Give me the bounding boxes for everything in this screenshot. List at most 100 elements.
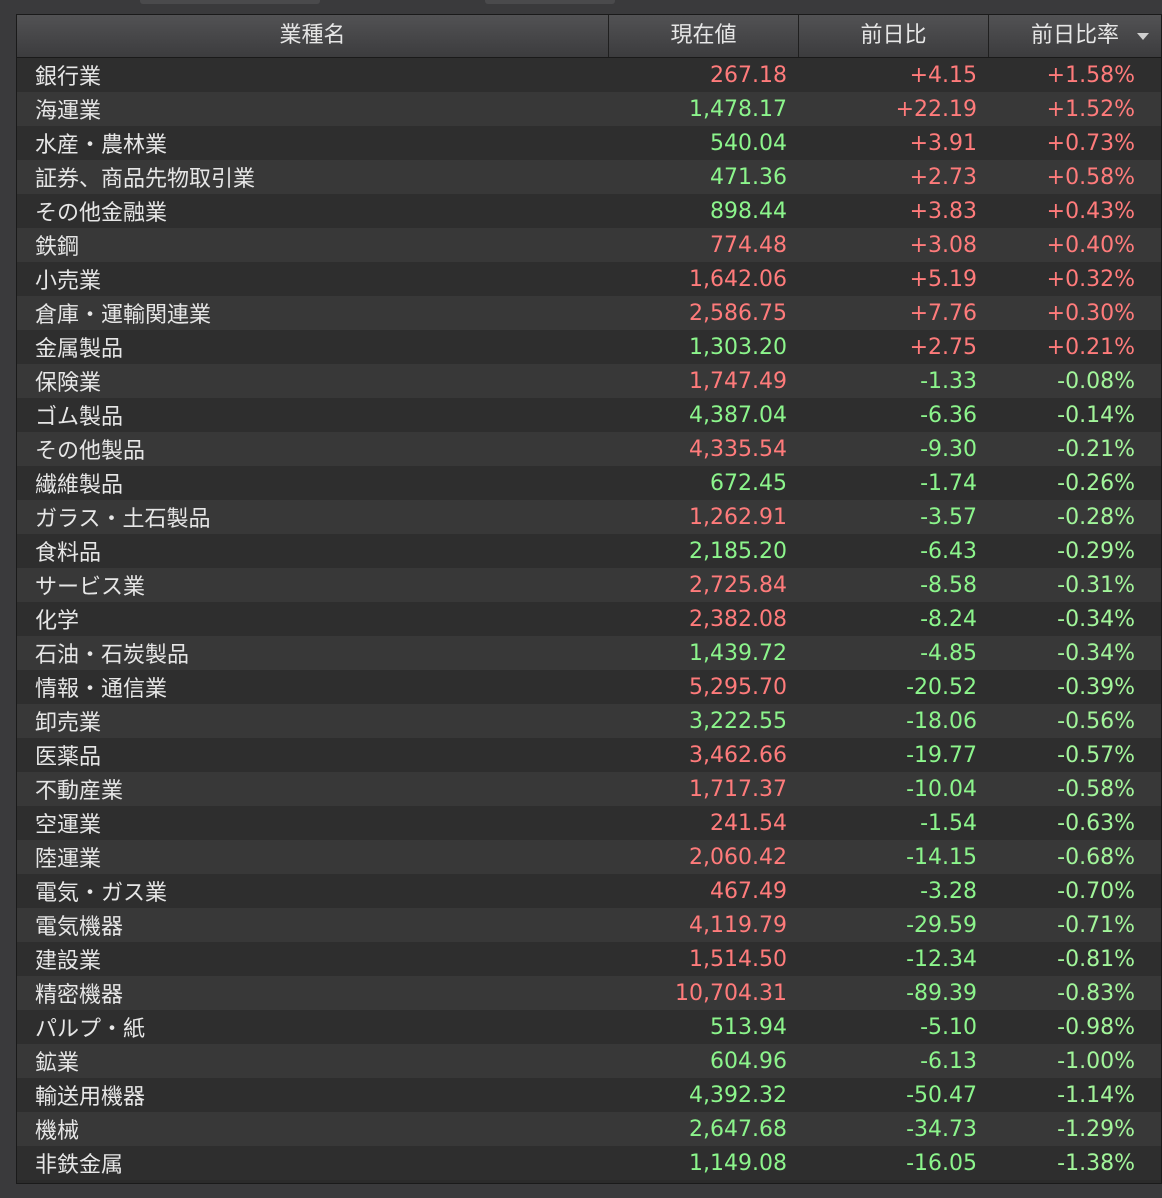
price-change: -4.85 bbox=[920, 640, 977, 666]
table-row[interactable]: 不動産業 1,717.37 -10.04 -0.58% bbox=[17, 772, 1161, 806]
price-change: +2.75 bbox=[909, 334, 977, 360]
price-change: -6.36 bbox=[920, 402, 977, 428]
current-price: 2,060.42 bbox=[689, 844, 787, 870]
current-price: 2,725.84 bbox=[689, 572, 787, 598]
column-header-change[interactable]: 前日比 bbox=[799, 15, 989, 57]
price-change: -34.73 bbox=[906, 1116, 977, 1142]
sector-name: 空運業 bbox=[35, 813, 102, 838]
table-row[interactable]: パルプ・紙 513.94 -5.10 -0.98% bbox=[17, 1010, 1161, 1044]
price-change: +7.76 bbox=[909, 300, 977, 326]
price-change: -12.34 bbox=[906, 946, 977, 972]
sector-name: 繊維製品 bbox=[35, 473, 124, 498]
table-row[interactable]: 電気・ガス業 467.49 -3.28 -0.70% bbox=[17, 874, 1161, 908]
table-row[interactable]: 石油・石炭製品 1,439.72 -4.85 -0.34% bbox=[17, 636, 1161, 670]
table-row[interactable]: その他製品 4,335.54 -9.30 -0.21% bbox=[17, 432, 1161, 466]
table-row[interactable]: 化学 2,382.08 -8.24 -0.34% bbox=[17, 602, 1161, 636]
column-header-change-pct[interactable]: 前日比率 bbox=[989, 15, 1161, 57]
current-price: 1,303.20 bbox=[689, 334, 787, 360]
table-row[interactable]: ゴム製品 4,387.04 -6.36 -0.14% bbox=[17, 398, 1161, 432]
price-change: -20.52 bbox=[906, 674, 977, 700]
table-row[interactable]: その他金融業 898.44 +3.83 +0.43% bbox=[17, 194, 1161, 228]
table-row[interactable]: 精密機器 10,704.31 -89.39 -0.83% bbox=[17, 976, 1161, 1010]
current-price: 4,335.54 bbox=[689, 436, 787, 462]
table-row[interactable]: 建設業 1,514.50 -12.34 -0.81% bbox=[17, 942, 1161, 976]
price-change: -6.13 bbox=[920, 1048, 977, 1074]
price-change-pct: -0.34% bbox=[1057, 640, 1135, 666]
table-row[interactable]: 機械 2,647.68 -34.73 -1.29% bbox=[17, 1112, 1161, 1146]
price-change: -1.54 bbox=[920, 810, 977, 836]
sector-name: 食料品 bbox=[35, 541, 102, 566]
price-change: -14.15 bbox=[906, 844, 977, 870]
current-price: 1,717.37 bbox=[689, 776, 787, 802]
price-change-pct: +0.32% bbox=[1046, 266, 1135, 292]
table-row[interactable]: 水産・農林業 540.04 +3.91 +0.73% bbox=[17, 126, 1161, 160]
sector-name: 倉庫・運輸関連業 bbox=[35, 303, 212, 328]
current-price: 267.18 bbox=[710, 62, 787, 88]
sector-table: 業種名 現在値 前日比 前日比率 銀行業 267.18 +4.15 +1.58% 海運業… bbox=[16, 14, 1162, 1184]
current-price: 1,439.72 bbox=[689, 640, 787, 666]
column-header-current-price[interactable]: 現在値 bbox=[609, 15, 799, 57]
sector-name: 非鉄金属 bbox=[35, 1153, 124, 1178]
table-row[interactable]: 金属製品 1,303.20 +2.75 +0.21% bbox=[17, 330, 1161, 364]
table-row[interactable]: 海運業 1,478.17 +22.19 +1.52% bbox=[17, 92, 1161, 126]
price-change: -16.05 bbox=[906, 1150, 977, 1176]
price-change-pct: -0.28% bbox=[1057, 504, 1135, 530]
sector-name: 建設業 bbox=[35, 949, 102, 974]
table-row[interactable]: 銀行業 267.18 +4.15 +1.58% bbox=[17, 58, 1161, 92]
sector-name: 金属製品 bbox=[35, 337, 124, 362]
table-row[interactable]: 陸運業 2,060.42 -14.15 -0.68% bbox=[17, 840, 1161, 874]
table-row[interactable]: 保険業 1,747.49 -1.33 -0.08% bbox=[17, 364, 1161, 398]
current-price: 5,295.70 bbox=[689, 674, 787, 700]
price-change: -19.77 bbox=[906, 742, 977, 768]
price-change: -9.30 bbox=[920, 436, 977, 462]
price-change: -50.47 bbox=[906, 1082, 977, 1108]
price-change: +22.19 bbox=[895, 96, 977, 122]
price-change-pct: +0.73% bbox=[1046, 130, 1135, 156]
current-price: 672.45 bbox=[710, 470, 787, 496]
table-row[interactable]: 倉庫・運輸関連業 2,586.75 +7.76 +0.30% bbox=[17, 296, 1161, 330]
price-change: -3.28 bbox=[920, 878, 977, 904]
table-row[interactable]: 証券、商品先物取引業 471.36 +2.73 +0.58% bbox=[17, 160, 1161, 194]
table-row[interactable]: 鉄鋼 774.48 +3.08 +0.40% bbox=[17, 228, 1161, 262]
price-change-pct: -0.26% bbox=[1057, 470, 1135, 496]
price-change-pct: -0.39% bbox=[1057, 674, 1135, 700]
current-price: 3,222.55 bbox=[689, 708, 787, 734]
table-row[interactable]: 輸送用機器 4,392.32 -50.47 -1.14% bbox=[17, 1078, 1161, 1112]
current-price: 2,185.20 bbox=[689, 538, 787, 564]
current-price: 1,747.49 bbox=[689, 368, 787, 394]
current-price: 467.49 bbox=[710, 878, 787, 904]
price-change-pct: +1.52% bbox=[1046, 96, 1135, 122]
sector-name: 小売業 bbox=[35, 269, 102, 294]
current-price: 241.54 bbox=[710, 810, 787, 836]
price-change-pct: -0.98% bbox=[1057, 1014, 1135, 1040]
sector-name: 水産・農林業 bbox=[35, 133, 168, 158]
table-row[interactable]: 鉱業 604.96 -6.13 -1.00% bbox=[17, 1044, 1161, 1078]
table-row[interactable]: 電気機器 4,119.79 -29.59 -0.71% bbox=[17, 908, 1161, 942]
sector-name: 輸送用機器 bbox=[35, 1085, 146, 1110]
table-row[interactable]: 医薬品 3,462.66 -19.77 -0.57% bbox=[17, 738, 1161, 772]
table-row[interactable]: ガラス・土石製品 1,262.91 -3.57 -0.28% bbox=[17, 500, 1161, 534]
table-row[interactable]: 食料品 2,185.20 -6.43 -0.29% bbox=[17, 534, 1161, 568]
price-change-pct: +0.58% bbox=[1046, 164, 1135, 190]
current-price: 4,387.04 bbox=[689, 402, 787, 428]
table-row[interactable]: サービス業 2,725.84 -8.58 -0.31% bbox=[17, 568, 1161, 602]
price-change-pct: -0.81% bbox=[1057, 946, 1135, 972]
sector-name: 陸運業 bbox=[35, 847, 102, 872]
table-row[interactable]: 卸売業 3,222.55 -18.06 -0.56% bbox=[17, 704, 1161, 738]
table-row[interactable]: 空運業 241.54 -1.54 -0.63% bbox=[17, 806, 1161, 840]
current-price: 1,262.91 bbox=[689, 504, 787, 530]
table-row[interactable]: 非鉄金属 1,149.08 -16.05 -1.38% bbox=[17, 1146, 1161, 1180]
table-row[interactable]: 繊維製品 672.45 -1.74 -0.26% bbox=[17, 466, 1161, 500]
table-row[interactable]: 情報・通信業 5,295.70 -20.52 -0.39% bbox=[17, 670, 1161, 704]
column-header-change-pct-label: 前日比率 bbox=[1030, 23, 1119, 48]
price-change-pct: +0.21% bbox=[1046, 334, 1135, 360]
sector-name: 情報・通信業 bbox=[35, 677, 168, 702]
chevron-down-icon[interactable] bbox=[1137, 33, 1149, 40]
price-change: -29.59 bbox=[906, 912, 977, 938]
price-change: -1.33 bbox=[920, 368, 977, 394]
table-header: 業種名 現在値 前日比 前日比率 bbox=[17, 15, 1161, 58]
sector-name: ゴム製品 bbox=[35, 405, 124, 430]
table-row[interactable]: 小売業 1,642.06 +5.19 +0.32% bbox=[17, 262, 1161, 296]
column-header-sector-name[interactable]: 業種名 bbox=[17, 15, 609, 57]
price-change: -5.10 bbox=[920, 1014, 977, 1040]
